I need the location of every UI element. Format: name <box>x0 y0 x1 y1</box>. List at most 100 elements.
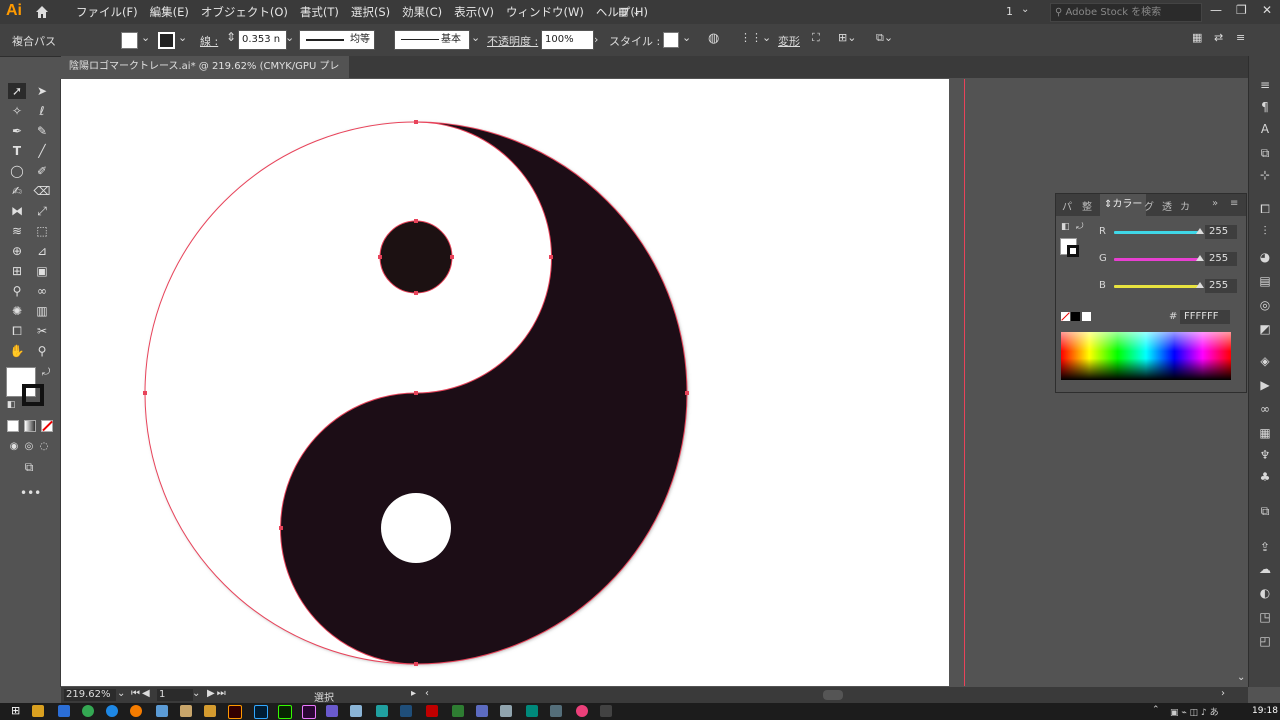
premiere-taskbar-icon[interactable] <box>302 705 316 719</box>
slice-tool-icon[interactable]: ✂ <box>33 323 51 339</box>
align-panel-icon[interactable]: ⫶ <box>1257 224 1273 238</box>
panel-toggle-icon[interactable]: ⇄ <box>1214 31 1223 44</box>
symbols-icon[interactable]: ♣ <box>1257 470 1273 484</box>
gradient-mode-icon[interactable] <box>24 420 36 432</box>
r-value-input[interactable]: 255 <box>1205 225 1237 239</box>
symbol-sprayer-tool-icon[interactable]: ✺ <box>8 303 26 319</box>
tray-expand-icon[interactable]: ⌃ <box>1152 705 1160 715</box>
magic-wand-tool-icon[interactable]: ✧ <box>8 103 26 119</box>
artboard-canvas[interactable] <box>61 79 949 686</box>
chrome-icon[interactable] <box>82 705 94 717</box>
reflect-tool-icon[interactable]: ⧓ <box>8 203 26 219</box>
none-swatch-icon[interactable] <box>1061 312 1070 321</box>
lasso-tool-icon[interactable]: ℓ <box>33 103 51 119</box>
type-tool-icon[interactable]: T <box>8 143 26 159</box>
layers-icon[interactable]: ◈ <box>1257 354 1273 368</box>
opacity-arrow-icon[interactable]: › <box>594 33 598 46</box>
panel-stroke-swatch[interactable] <box>1067 245 1079 257</box>
app-icon-2[interactable] <box>180 705 192 717</box>
graphic-style-swatch[interactable] <box>663 32 679 48</box>
store-icon[interactable] <box>58 705 70 717</box>
image-trace-icon[interactable]: ▦ <box>1257 426 1273 440</box>
properties-icon[interactable]: ≡ <box>1257 78 1273 92</box>
scroll-left-icon[interactable]: ‹ <box>425 688 429 699</box>
g-value-input[interactable]: 255 <box>1205 252 1237 266</box>
edit-toolbar-icon[interactable]: ••• <box>20 485 41 501</box>
restore-icon[interactable]: ❐ <box>1236 3 1247 17</box>
tab-align[interactable]: 整 <box>1082 198 1092 213</box>
slider-knob[interactable] <box>1196 255 1204 261</box>
app-icon-3[interactable] <box>204 705 216 717</box>
fill-swatch[interactable] <box>121 32 138 49</box>
stroke-weight-dropdown-icon[interactable]: ⌄ <box>285 31 294 44</box>
stock-search-input[interactable]: ⚲ Adobe Stock を検索 <box>1050 3 1202 22</box>
app-icon-7[interactable] <box>400 705 412 717</box>
slider-knob[interactable] <box>1196 228 1204 234</box>
illustrator-taskbar-icon[interactable] <box>228 705 242 719</box>
asset-export-icon[interactable]: ⇪ <box>1257 540 1273 554</box>
character-icon[interactable]: A <box>1257 122 1273 136</box>
app-icon-11[interactable] <box>500 705 512 717</box>
screen-mode-icon[interactable]: ⧉ <box>20 459 38 475</box>
default-colors-icon[interactable]: ◧ <box>2 397 20 413</box>
artboard-tool-icon[interactable]: ⧠ <box>8 323 26 339</box>
brush-dropdown-icon[interactable]: ⌄ <box>471 31 480 44</box>
app-icon-14[interactable] <box>576 705 588 717</box>
app-icon-12[interactable] <box>526 705 538 717</box>
zoom-tool-icon[interactable]: ⚲ <box>33 343 51 359</box>
actions-icon[interactable]: ▶ <box>1257 378 1273 392</box>
workspace-chevron-icon[interactable]: ⌄ <box>1021 4 1029 15</box>
recolor-artwork-icon[interactable]: ◍ <box>708 31 719 46</box>
tab-transparency[interactable]: 透 <box>1162 198 1172 213</box>
free-transform-tool-icon[interactable]: ⬚ <box>33 223 51 239</box>
black-swatch[interactable] <box>1071 312 1080 321</box>
r-slider[interactable] <box>1114 228 1204 234</box>
app-icon-10[interactable] <box>476 705 488 717</box>
perspective-grid-tool-icon[interactable]: ⊿ <box>33 243 51 259</box>
gradient-panel-icon[interactable]: ▤ <box>1257 274 1273 288</box>
menu-effect[interactable]: 効果(C) <box>396 4 448 20</box>
swap-fill-stroke-icon[interactable]: ⤾ <box>1076 222 1084 232</box>
shaper-tool-icon[interactable]: ✍ <box>8 183 26 199</box>
graphic-styles-icon[interactable]: ◳ <box>1257 610 1273 624</box>
stroke-weight-input[interactable]: 0.353 n <box>238 30 287 50</box>
blend-tool-icon[interactable]: ∞ <box>33 283 51 299</box>
menu-object[interactable]: オブジェクト(O) <box>195 4 294 20</box>
menu-view[interactable]: 表示(V) <box>448 4 500 20</box>
hex-input[interactable]: FFFFFF <box>1180 310 1230 324</box>
explorer-icon[interactable] <box>32 705 44 717</box>
app-icon-1[interactable] <box>156 705 168 717</box>
control-menu-icon[interactable]: ≡ <box>1236 31 1245 44</box>
transform-bounds-icon[interactable]: ⛶ <box>812 31 820 45</box>
tab-color-guide[interactable]: カ <box>1180 198 1190 213</box>
color-mode-icon[interactable] <box>7 420 19 432</box>
stroke-dropdown-icon[interactable]: ⌄ <box>178 31 187 44</box>
none-mode-icon[interactable] <box>41 420 53 432</box>
navigator-icon[interactable]: ◰ <box>1257 634 1273 648</box>
app-icon-9[interactable] <box>452 705 464 717</box>
eyedropper-tool-icon[interactable]: ⚲ <box>8 283 26 299</box>
pathfinder-icon[interactable]: ⧠ <box>1257 202 1273 216</box>
scroll-down-icon[interactable]: ⌄ <box>1237 672 1245 683</box>
horizontal-scroll-thumb[interactable] <box>823 690 843 700</box>
brush-definition[interactable]: 基本 <box>394 30 470 50</box>
zoom-dropdown-icon[interactable]: ⌄ <box>117 688 125 699</box>
app-icon-15[interactable] <box>600 705 612 717</box>
app-icon-8[interactable] <box>426 705 438 717</box>
selection-tool-icon[interactable]: ➚ <box>8 83 26 99</box>
edge-icon[interactable] <box>106 705 118 717</box>
artboard-number-input[interactable]: 1 <box>157 689 193 701</box>
opacity-label[interactable]: 不透明度 : <box>487 33 538 49</box>
paintbrush-tool-icon[interactable]: ✐ <box>33 163 51 179</box>
mesh-tool-icon[interactable]: ⊞ <box>8 263 26 279</box>
white-swatch[interactable] <box>1082 312 1091 321</box>
status-menu-arrow-icon[interactable]: ▸ <box>411 688 416 699</box>
libraries-icon[interactable]: ⧉ <box>1257 146 1273 160</box>
direct-selection-tool-icon[interactable]: ➤ <box>33 83 51 99</box>
firefox-icon[interactable] <box>130 705 142 717</box>
arrange-documents-icon[interactable]: ▦ <box>1192 31 1202 44</box>
document-tab[interactable]: 陰陽ロゴマークトレース.ai* @ 219.62% (CMYK/GPU プレビュ… <box>61 56 349 94</box>
ellipse-tool-icon[interactable]: ◯ <box>8 163 26 179</box>
line-tool-icon[interactable]: ╱ <box>33 143 51 159</box>
curvature-tool-icon[interactable]: ✎ <box>33 123 51 139</box>
